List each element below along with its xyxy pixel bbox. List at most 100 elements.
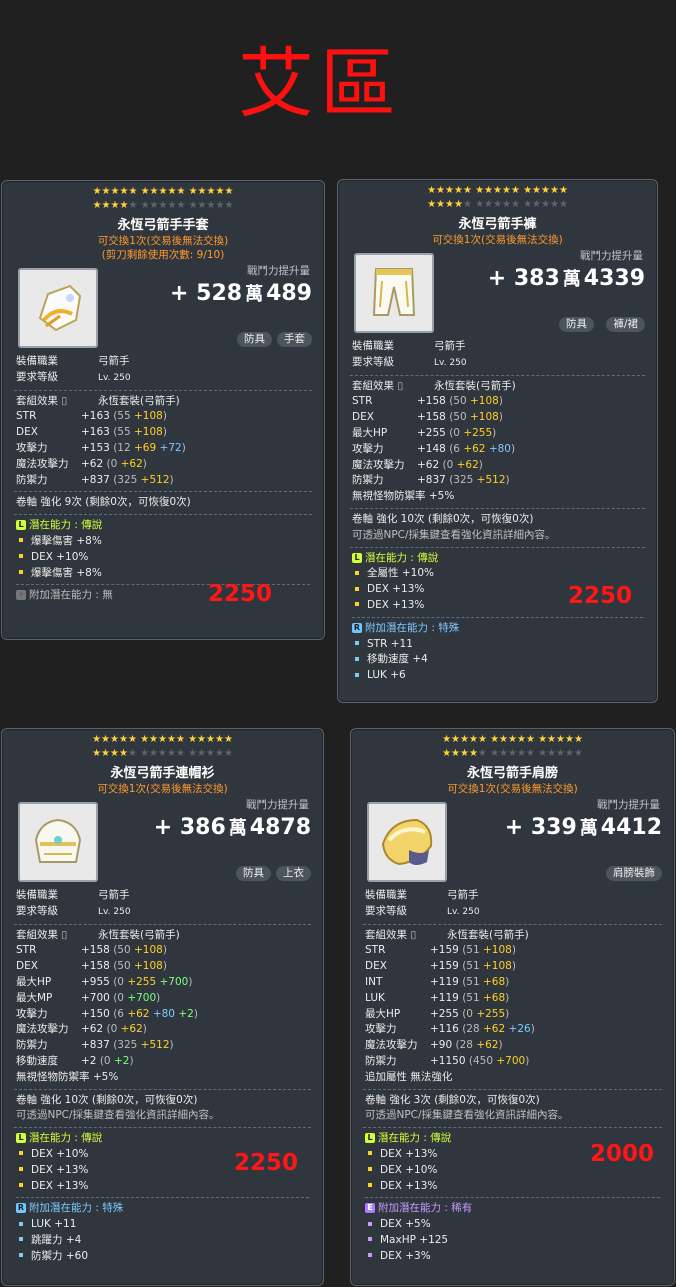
item-icon: [18, 268, 98, 348]
scissor-note: (剪刀剩餘使用次數: 9/10): [101, 249, 225, 261]
legendary-tag-icon: L: [352, 552, 362, 563]
bonus-potential-line: DEX +5%: [365, 1217, 660, 1233]
power-value: + 386 萬 4878: [153, 815, 311, 840]
stat-row: 最大HP +955 (0 +255 +700): [16, 975, 193, 988]
item-name: 永恆弓箭手連帽衫: [110, 766, 215, 781]
page-title: 艾區: [238, 39, 402, 128]
bonus-potential-line: LUK +6: [352, 668, 643, 684]
extra-row: 無視怪物防禦率 +5%: [16, 1070, 119, 1083]
stat-row: 防禦力 +1150 (450 +700): [365, 1054, 530, 1067]
stat-row: 攻擊力 +153 (12 +69 +72): [16, 441, 186, 454]
stat-row: STR +158 (50 +108): [16, 944, 167, 957]
trade-info: 可交換1次(交易後無法交換): [432, 234, 563, 246]
price-label: 2250: [208, 581, 273, 607]
stat-row: STR +158 (50 +108): [352, 395, 503, 408]
item-tooltip-card: ★★★★★ ★★★★★ ★★★★★ ★★★★★ ★★★★★ ★★★★★ 永恆弓箭手肩…: [350, 728, 675, 1286]
power-value: + 339 萬 4412: [504, 815, 662, 840]
item-icon: [367, 802, 447, 882]
bonus-potential-label: E 附加潛在能力 : 稀有: [365, 1201, 660, 1217]
stat-row: 魔法攻擊力 +62 (0 +62): [16, 457, 147, 470]
req-level-row: 要求等級 Lv. 250: [16, 370, 131, 383]
power-label: 戰鬥力提升量: [246, 799, 309, 811]
star-force-row: ★★★★★ ★★★★★ ★★★★★: [92, 734, 233, 745]
stat-row: 攻擊力 +150 (6 +62 +80 +2): [16, 1007, 198, 1020]
stat-row: 魔法攻擊力 +90 (28 +62): [365, 1039, 503, 1052]
star-force-row: ★★★★★ ★★★★★ ★★★★★: [427, 185, 568, 196]
category-badge: 防具: [237, 332, 272, 347]
star-force-row: ★★★★★ ★★★★★ ★★★★★: [92, 200, 234, 211]
scroll-row: 卷軸 強化 3次 (剩餘0次，可恢復0次): [365, 1093, 540, 1106]
stat-row: INT +119 (51 +68): [365, 975, 510, 988]
star-force-row: ★★★★★ ★★★★★ ★★★★★: [442, 748, 583, 759]
trade-info: 可交換1次(交易後無法交換): [97, 235, 229, 247]
star-force-row: ★★★★★ ★★★★★ ★★★★★: [427, 199, 568, 210]
bonus-potential-label: R 附加潛在能力 : 特殊: [16, 1202, 124, 1215]
extra-row: 無視怪物防禦率 +5%: [352, 490, 455, 503]
bonus-potential-line: STR +11: [352, 637, 643, 653]
star-force-row: ★★★★★ ★★★★★ ★★★★★: [442, 734, 583, 745]
potential-label: L 潛在能力 : 傳說: [352, 551, 643, 567]
stat-row: STR +159 (51 +108): [365, 944, 516, 957]
potential-line: DEX +10%: [16, 550, 310, 566]
power-value: + 528 萬 489: [170, 281, 312, 306]
trade-info: 可交換1次(交易後無法交換): [97, 783, 228, 795]
category-badge: 手套: [277, 332, 312, 347]
stat-row: DEX +158 (50 +108): [16, 960, 167, 973]
power-label: 戰鬥力提升量: [597, 799, 660, 811]
bonus-tag-icon: ◦: [16, 590, 26, 601]
potential-line: 全屬性 +10%: [352, 566, 643, 582]
item-tooltip-card: ★★★★★ ★★★★★ ★★★★★ ★★★★★ ★★★★★ ★★★★★ 永恆弓箭手手…: [1, 180, 325, 640]
potential-label: L 潛在能力 : 傳說: [16, 1131, 309, 1147]
price-label: 2250: [568, 583, 633, 609]
bonus-potential-label: R 附加潛在能力 : 特殊: [352, 621, 460, 634]
bonus-potential-line: MaxHP +125: [365, 1233, 660, 1249]
stat-row: 最大HP +255 (0 +255): [352, 426, 497, 439]
stat-row: 移動速度 +2 (0 +2): [16, 1054, 134, 1067]
stat-row: DEX +158 (50 +108): [352, 411, 503, 424]
req-level-row: 要求等級 Lv. 250: [365, 904, 480, 917]
bonus-tag-icon: R: [16, 1203, 26, 1214]
set-effect-row: 套組效果 ▯ 永恆套裝(弓箭手): [352, 379, 516, 392]
stat-row: 防禦力 +837 (325 +512): [16, 473, 174, 486]
stat-row: STR +163 (55 +108): [16, 410, 167, 423]
scroll-row: 卷軸 強化 10次 (剩餘0次，可恢復0次): [16, 1093, 198, 1106]
potential-line: 爆擊傷害 +8%: [16, 566, 310, 582]
stat-row: 防禦力 +837 (325 +512): [16, 1039, 174, 1052]
item-icon: [354, 253, 434, 333]
potential-label: L 潛在能力 : 傳說: [16, 518, 310, 534]
legendary-tag-icon: L: [16, 520, 26, 531]
star-force-row: ★★★★★ ★★★★★ ★★★★★: [92, 186, 234, 197]
bonus-tag-icon: R: [352, 622, 362, 633]
stat-row: 魔法攻擊力 +62 (0 +62): [16, 1023, 147, 1036]
stat-row: 攻擊力 +116 (28 +62 +26): [365, 1023, 535, 1036]
stat-row: 防禦力 +837 (325 +512): [352, 474, 510, 487]
legendary-tag-icon: L: [16, 1133, 26, 1144]
stat-row: 最大MP +700 (0 +700): [16, 991, 161, 1004]
item-icon: [18, 802, 98, 882]
power-label: 戰鬥力提升量: [247, 265, 310, 277]
category-badge: 褲/裙: [606, 317, 645, 332]
trade-info: 可交換1次(交易後無法交換): [447, 783, 578, 795]
bonus-tag-icon: E: [365, 1203, 375, 1214]
bonus-potential-line: 移動速度 +4: [352, 652, 643, 668]
price-label: 2250: [234, 1150, 299, 1176]
item-name: 永恆弓箭手褲: [458, 217, 537, 232]
item-tooltip-card: ★★★★★ ★★★★★ ★★★★★ ★★★★★ ★★★★★ ★★★★★ 永恆弓箭手褲…: [337, 179, 658, 703]
extra-row: 追加屬性 無法強化: [365, 1070, 453, 1083]
stat-row: DEX +163 (55 +108): [16, 426, 167, 439]
price-label: 2000: [590, 1141, 655, 1167]
power-value: + 383 萬 4339: [487, 266, 645, 291]
stat-row: LUK +119 (51 +68): [365, 991, 510, 1004]
npc-hint: 可透過NPC/採集鍵查看強化資訊詳細內容。: [16, 1109, 220, 1122]
star-force-row: ★★★★★ ★★★★★ ★★★★★: [92, 748, 233, 759]
potential-line: DEX +13%: [365, 1179, 660, 1195]
scroll-row: 卷軸 強化 10次 (剩餘0次，可恢復0次): [352, 512, 534, 525]
category-badge: 防具: [559, 317, 594, 332]
job-row: 裝備職業 弓箭手: [16, 889, 130, 901]
item-name: 永恆弓箭手肩膀: [466, 766, 558, 781]
npc-hint: 可透過NPC/採集鍵查看強化資訊詳細內容。: [352, 528, 556, 541]
stat-row: 最大HP +255 (0 +255): [365, 1007, 510, 1020]
job-row: 裝備職業 弓箭手: [16, 355, 130, 367]
bonus-potential-line: 防禦力 +60: [16, 1249, 309, 1265]
req-level-row: 要求等級 Lv. 250: [16, 904, 131, 917]
